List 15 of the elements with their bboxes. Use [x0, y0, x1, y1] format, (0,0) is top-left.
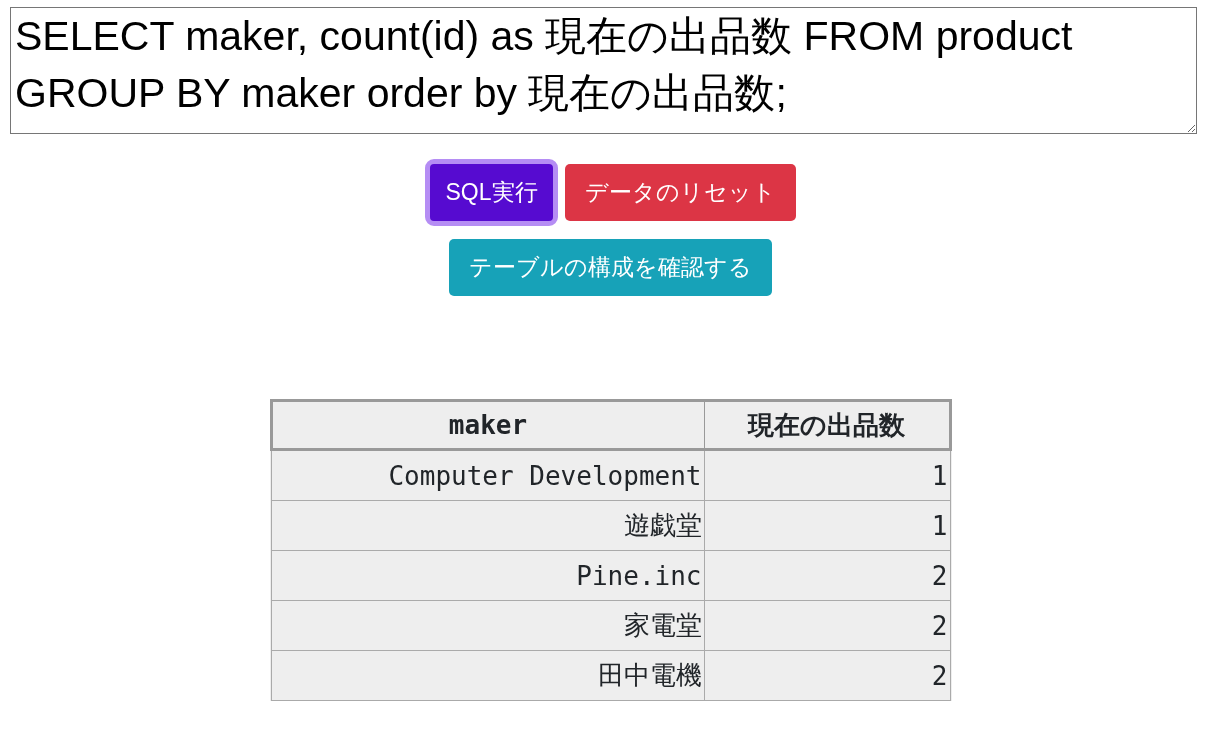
table-cell: Pine.inc: [271, 550, 704, 601]
table-cell: 2: [704, 650, 950, 701]
table-cell: 2: [704, 600, 950, 651]
action-button[interactable]: データのリセット: [564, 163, 796, 221]
table-cell: 田中電機: [271, 650, 704, 701]
table-cell: 家電堂: [271, 600, 704, 651]
table-cell: Computer Development: [271, 449, 704, 501]
sql-input[interactable]: SELECT maker, count(id) as 現在の出品数 FROM product GROUP BY maker order by 現在の出品数;: [10, 7, 1197, 134]
table-cell: 1: [704, 449, 950, 501]
table-cell: 2: [704, 550, 950, 601]
table-cell: 遊戯堂: [271, 500, 704, 551]
column-header: maker: [271, 400, 704, 450]
column-header: 現在の出品数: [704, 400, 950, 450]
action-button[interactable]: SQL実行: [425, 158, 558, 226]
table-cell: 1: [704, 500, 950, 551]
